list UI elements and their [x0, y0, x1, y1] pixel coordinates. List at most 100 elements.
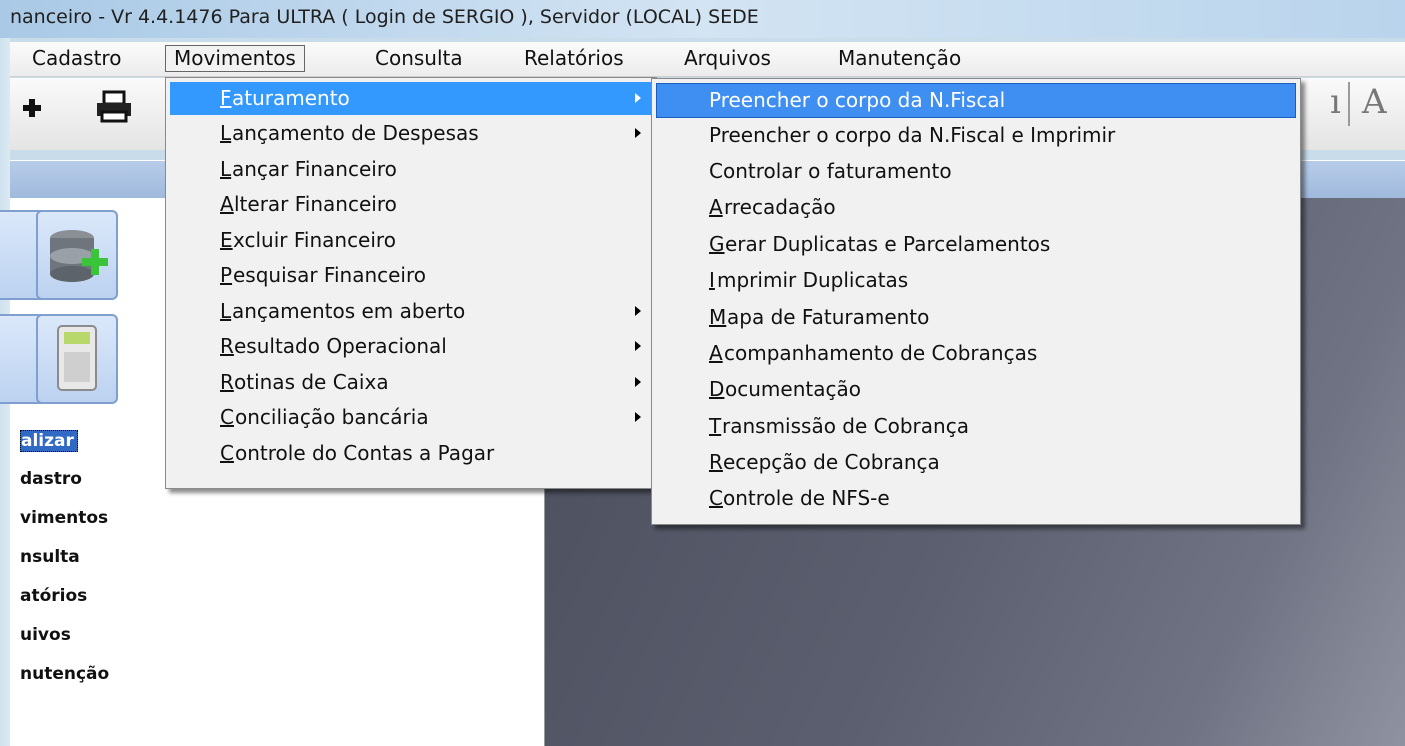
menuitem-key: D	[709, 377, 725, 401]
nav-item-manutencao[interactable]: nutenção	[20, 664, 109, 684]
toolbar-icon-fragment: ı	[1330, 82, 1341, 122]
movimentos-dropdown: Faturamento Lançamento de Despesas Lança…	[165, 77, 657, 489]
menuitem-key: P	[220, 263, 233, 287]
printer-icon[interactable]	[94, 90, 134, 124]
menuitem-label: otinas de Caixa	[234, 370, 389, 394]
menuitem-label: onciliação bancária	[235, 405, 429, 429]
database-add-tile[interactable]	[36, 210, 118, 300]
menuitem-key: G	[709, 232, 725, 256]
menu-manutencao[interactable]: Manutenção	[830, 45, 969, 72]
submenu-arrow-icon	[635, 412, 641, 422]
menuitem-preencher-nfiscal-imprimir[interactable]: Preencher o corpo da N.Fiscal e Imprimir	[656, 119, 1294, 152]
submenu-arrow-icon	[635, 93, 641, 103]
nav-item-arquivos[interactable]: uivos	[20, 625, 71, 645]
nav-item-relatorios[interactable]: atórios	[20, 586, 87, 606]
nav-item-cadastro[interactable]: dastro	[20, 469, 82, 489]
menuitem-lancar-financeiro[interactable]: Lançar Financeiro	[170, 153, 654, 186]
menuitem-controle-nfse[interactable]: Controle de NFS-e	[656, 482, 1294, 515]
menuitem-label: ançamentos em aberto	[232, 299, 466, 323]
submenu-arrow-icon	[635, 377, 641, 387]
menuitem-documentacao[interactable]: Documentação	[656, 373, 1294, 406]
menuitem-key: A	[220, 192, 234, 216]
menuitem-rotinas-caixa[interactable]: Rotinas de Caixa	[170, 366, 654, 399]
menuitem-key: A	[709, 195, 723, 219]
menu-consulta[interactable]: Consulta	[367, 45, 471, 72]
menuitem-key: R	[220, 370, 234, 394]
menuitem-label: Preencher o corpo da N.Fiscal e Imprimir	[709, 123, 1116, 147]
menuitem-mapa-faturamento[interactable]: Mapa de Faturamento	[656, 301, 1294, 334]
menuitem-label: ransmissão de Cobrança	[722, 414, 969, 438]
menuitem-lancamentos-aberto[interactable]: Lançamentos em aberto	[170, 295, 654, 328]
menuitem-label: Preencher o corpo da N.Fiscal	[709, 88, 1006, 112]
menu-arquivos[interactable]: Arquivos	[676, 45, 779, 72]
menuitem-label: esultado Operacional	[234, 334, 447, 358]
menuitem-label: ecepção de Cobrança	[723, 450, 940, 474]
application-window: nanceiro - Vr 4.4.1476 Para ULTRA ( Logi…	[0, 0, 1405, 746]
menuitem-key: C	[709, 486, 723, 510]
faturamento-submenu: Preencher o corpo da N.Fiscal Preencher …	[651, 78, 1301, 525]
menuitem-label: esquisar Financeiro	[233, 263, 426, 287]
menuitem-gerar-duplicatas[interactable]: Gerar Duplicatas e Parcelamentos	[656, 228, 1294, 261]
toolbar-separator	[1348, 82, 1350, 126]
menu-relatorios[interactable]: Relatórios	[516, 45, 632, 72]
menuitem-key: E	[220, 228, 233, 252]
menuitem-label: xcluir Financeiro	[233, 228, 396, 252]
menuitem-label: ontrole do Contas a Pagar	[235, 441, 495, 465]
menuitem-label: erar Duplicatas e Parcelamentos	[725, 232, 1051, 256]
menuitem-imprimir-duplicatas[interactable]: Imprimir Duplicatas	[656, 264, 1294, 297]
menuitem-key: T	[709, 414, 722, 438]
menuitem-key: L	[220, 157, 232, 181]
menuitem-pesquisar-financeiro[interactable]: Pesquisar Financeiro	[170, 259, 654, 292]
menuitem-recepcao-cobranca[interactable]: Recepção de Cobrança	[656, 446, 1294, 479]
nav-item-consulta[interactable]: nsulta	[20, 547, 80, 567]
calculator-icon	[57, 325, 97, 391]
menuitem-transmissao-cobranca[interactable]: Transmissão de Cobrança	[656, 410, 1294, 443]
menuitem-label: ocumentação	[725, 377, 861, 401]
title-bar: nanceiro - Vr 4.4.1476 Para ULTRA ( Logi…	[0, 0, 1405, 38]
menuitem-key: C	[220, 405, 234, 429]
menuitem-key: A	[709, 341, 723, 365]
menuitem-label: ontrole de NFS-e	[723, 486, 890, 510]
menu-bar: Cadastro Movimentos Consulta Relatórios …	[10, 42, 1405, 77]
menuitem-label: Controlar o faturamento	[709, 159, 952, 183]
menuitem-arrecadacao[interactable]: Arrecadação	[656, 191, 1294, 224]
nav-item-atualizar[interactable]: alizar	[20, 430, 78, 452]
plus-icon[interactable]	[20, 96, 44, 120]
database-add-icon	[50, 230, 108, 282]
menuitem-key: R	[709, 450, 723, 474]
submenu-arrow-icon	[635, 306, 641, 316]
menuitem-label: lterar Financeiro	[234, 192, 397, 216]
menuitem-label: companhamento de Cobranças	[724, 341, 1038, 365]
menuitem-key: R	[220, 334, 234, 358]
menuitem-label: apa de Faturamento	[727, 305, 930, 329]
menuitem-acompanhamento-cobrancas[interactable]: Acompanhamento de Cobranças	[656, 337, 1294, 370]
menuitem-key: L	[220, 121, 232, 145]
menuitem-label: rrecadação	[724, 195, 836, 219]
calculator-tile[interactable]	[36, 314, 118, 404]
menuitem-key: F	[220, 86, 232, 110]
menuitem-resultado-operacional[interactable]: Resultado Operacional	[170, 330, 654, 363]
menu-movimentos[interactable]: Movimentos	[165, 45, 305, 72]
submenu-arrow-icon	[635, 341, 641, 351]
menuitem-lancamento-despesas[interactable]: Lançamento de Despesas	[170, 117, 654, 150]
submenu-arrow-icon	[635, 128, 641, 138]
menuitem-key: C	[220, 441, 234, 465]
menuitem-conciliacao-bancaria[interactable]: Conciliação bancária	[170, 401, 654, 434]
menuitem-label: aturamento	[232, 86, 350, 110]
menuitem-preencher-nfiscal[interactable]: Preencher o corpo da N.Fiscal	[656, 83, 1296, 118]
nav-item-movimentos[interactable]: vimentos	[20, 508, 108, 528]
menuitem-alterar-financeiro[interactable]: Alterar Financeiro	[170, 188, 654, 221]
menuitem-faturamento[interactable]: Faturamento	[170, 82, 654, 115]
window-title: nanceiro - Vr 4.4.1476 Para ULTRA ( Logi…	[10, 6, 759, 28]
menuitem-label: ançar Financeiro	[232, 157, 397, 181]
menuitem-key: L	[220, 299, 232, 323]
menuitem-label: ançamento de Despesas	[232, 121, 479, 145]
menuitem-controle-contas-pagar[interactable]: Controle do Contas a Pagar	[170, 437, 654, 470]
menu-cadastro[interactable]: Cadastro	[24, 45, 129, 72]
menuitem-key: M	[709, 305, 727, 329]
menuitem-label: mprimir Duplicatas	[717, 268, 909, 292]
menuitem-key: I	[709, 268, 715, 292]
toolbar-text-fragment: A	[1362, 82, 1387, 122]
menuitem-excluir-financeiro[interactable]: Excluir Financeiro	[170, 224, 654, 257]
menuitem-controlar-faturamento[interactable]: Controlar o faturamento	[656, 155, 1294, 188]
